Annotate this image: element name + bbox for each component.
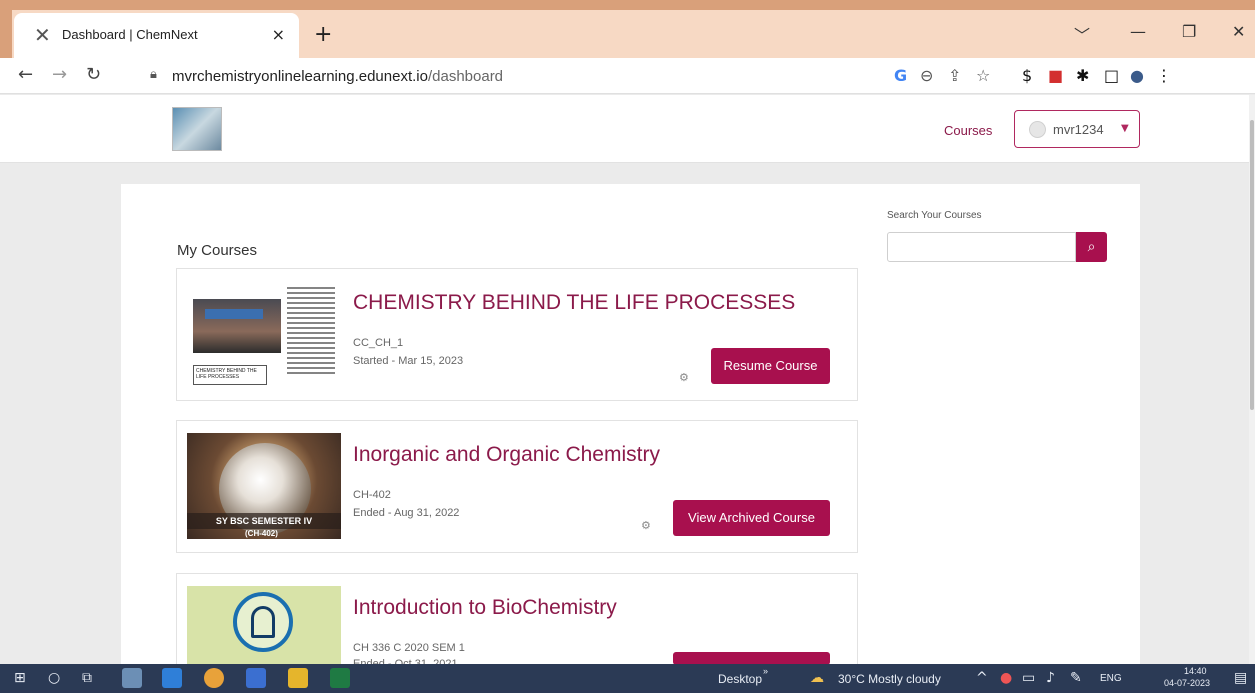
new-tab-button[interactable]: + [314,22,332,47]
notifications-icon[interactable]: ▤ [1234,670,1247,686]
windows-start-icon[interactable]: ⊞ [14,670,26,686]
close-window-icon[interactable]: ✕ [1232,22,1245,41]
search-courses-input[interactable] [887,232,1076,262]
pen-icon[interactable]: ✎ [1070,670,1082,686]
file-explorer-icon[interactable] [288,668,308,688]
url-input[interactable]: 🔒︎ mvrchemistryonlinelearning.edunext.io… [142,62,887,90]
url-text: mvrchemistryonlinelearning.edunext.io/da… [172,68,503,85]
chevron-down-icon: ▼ [1121,123,1129,134]
zoom-icon[interactable]: ⊖ [920,66,933,85]
bookmark-star-icon[interactable]: ☆ [976,66,990,85]
search-button[interactable]: ⌕ [1076,232,1107,262]
view-archived-course-button[interactable]: View Archived Course [673,500,830,536]
my-courses-heading: My Courses [177,242,258,259]
user-avatar [1029,121,1046,138]
google-translate-icon[interactable]: G [894,66,907,85]
battery-icon[interactable]: ▭ [1022,670,1035,686]
course-code: CC_CH_1 [353,337,404,349]
book-title-band [205,309,263,319]
back-arrow-icon[interactable]: ← [18,64,33,85]
profile-avatar-icon[interactable]: ● [1130,66,1144,85]
course-date: Ended - Aug 31, 2022 [353,507,460,519]
gear-icon[interactable]: ⚙ [641,519,651,532]
biochemistry-emblem-image [233,592,293,652]
excel-icon[interactable] [330,668,350,688]
site-header: Courses mvr1234 ▼ [0,95,1249,163]
input-language[interactable]: ENG [1100,673,1122,684]
extension-s-icon[interactable]: $ [1022,66,1032,85]
clock-time[interactable]: 14:40 [1184,666,1207,676]
chevron-up-icon[interactable]: ^ [976,670,988,686]
browser-menu-icon[interactable]: ⋮ [1156,66,1172,85]
tray-app-icon[interactable]: ● [1000,670,1012,686]
app-icon-paint[interactable] [122,668,142,688]
side-panel-icon[interactable]: □ [1104,66,1119,85]
course-thumbnail[interactable] [187,586,341,666]
lock-icon: 🔒︎ [150,67,157,82]
maximize-icon[interactable]: ❐ [1182,22,1196,41]
edunext-favicon-icon: ✕ [34,23,51,47]
biochemistry-book-image [193,299,281,353]
task-view-icon[interactable]: ⧉ [82,670,92,686]
course-card: SY BSC SEMESTER IV (CH-402) Inorganic an… [176,420,858,553]
course-code: CH 336 C 2020 SEM 1 [353,642,465,654]
url-host: mvrchemistryonlinelearning.edunext.io [172,68,428,85]
thumbnail-course-code: (CH-402) [245,529,278,538]
minimize-icon[interactable]: — [1130,22,1146,41]
reload-icon[interactable]: ↻ [86,64,101,85]
course-title-link[interactable]: Inorganic and Organic Chemistry [353,443,660,467]
thumbnail-caption-box: CHEMISTRY BEHIND THE LIFE PROCESSES [193,365,267,385]
app-icon-store[interactable] [246,668,266,688]
weather-cloud-icon: ☁ [810,670,824,686]
tab-title: Dashboard | ChemNext [62,27,198,42]
desktop-toolbar-label[interactable]: Desktop [718,672,762,686]
windows-taskbar: ⊞ ○ ⧉ Desktop » ☁ 30°C Mostly cloudy ^ ●… [0,664,1255,693]
search-circle-icon[interactable]: ○ [48,670,60,686]
course-card: Introduction to BioChemistry CH 336 C 20… [176,573,858,666]
gear-icon[interactable]: ⚙ [679,371,689,384]
course-code: CH-402 [353,489,391,501]
thumbnail-caption: SY BSC SEMESTER IV [215,516,313,526]
scrollbar-thumb[interactable] [1250,120,1254,410]
course-title-link[interactable]: Introduction to BioChemistry [353,596,617,620]
course-thumbnail[interactable]: CHEMISTRY BEHIND THE LIFE PROCESSES [187,281,341,387]
weather-text[interactable]: 30°C Mostly cloudy [838,672,941,686]
forward-arrow-icon[interactable]: → [52,64,67,85]
tab-search-icon[interactable]: ﹀ [1074,22,1090,46]
emblem-inner-shape [251,606,275,638]
course-date: Started - Mar 15, 2023 [353,355,464,367]
url-path: /dashboard [427,68,504,85]
username-label: mvr1234 [1053,122,1104,137]
tab-close-icon[interactable]: × [272,25,285,44]
search-icon: ⌕ [1087,239,1096,255]
extension-pdf-icon[interactable]: ■ [1048,66,1063,85]
share-icon[interactable]: ⇪ [948,66,961,85]
address-bar-row: ← → ↻ 🔒︎ mvrchemistryonlinelearning.edun… [0,58,1255,94]
thumbnail-text-block [287,287,335,377]
course-thumbnail[interactable]: SY BSC SEMESTER IV (CH-402) [187,433,341,539]
course-card: CHEMISTRY BEHIND THE LIFE PROCESSES CHEM… [176,268,858,401]
course-title-link[interactable]: CHEMISTRY BEHIND THE LIFE PROCESSES [353,291,795,315]
extensions-puzzle-icon[interactable]: ✱ [1076,66,1089,85]
clock-date[interactable]: 04-07-2023 [1164,678,1210,688]
site-logo[interactable] [172,107,222,151]
resume-course-button[interactable]: Resume Course [711,348,830,384]
user-menu-button[interactable]: mvr1234 ▼ [1014,110,1140,148]
tab-dashboard[interactable]: ✕ Dashboard | ChemNext × [14,13,299,59]
volume-icon[interactable]: ♪ [1046,670,1055,686]
chrome-icon[interactable] [204,668,224,688]
thumbnail-caption-band: SY BSC SEMESTER IV [187,513,341,529]
search-courses-label: Search Your Courses [887,210,982,221]
thumbnail-caption: CHEMISTRY BEHIND THE LIFE PROCESSES [196,368,257,380]
toolbar-expand-chevron[interactable]: » [763,666,768,676]
mail-icon[interactable] [162,668,182,688]
courses-nav-link[interactable]: Courses [944,123,992,138]
